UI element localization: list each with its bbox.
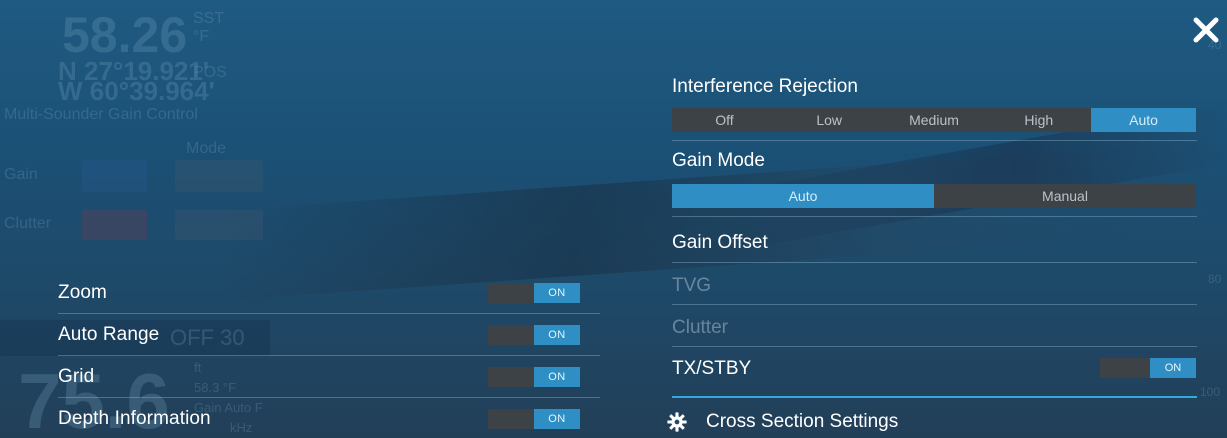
clutter-label: Clutter (4, 215, 52, 232)
auto-range-toggle[interactable]: ON (488, 324, 580, 345)
gain-mode-box (175, 160, 263, 192)
divider (672, 346, 1197, 347)
interference-option-auto[interactable]: Auto (1091, 108, 1196, 132)
zoom-toggle-state: ON (534, 282, 580, 303)
depth-information-label: Depth Information (58, 408, 211, 429)
divider-active (672, 396, 1197, 398)
gain-control-title: Multi-Sounder Gain Control (4, 106, 198, 123)
zoom-toggle[interactable]: ON (488, 282, 580, 303)
position-lon: W 60°39.964' (58, 76, 215, 106)
sst-label: SST (193, 10, 225, 27)
gain-mode-title: Gain Mode (672, 150, 765, 171)
tx-stby-toggle[interactable]: ON (1100, 358, 1196, 378)
depth-information-row: Depth Information ON (58, 398, 600, 438)
left-settings-panel: Zoom ON Auto Range ON Grid ON Depth Info… (0, 272, 600, 438)
zoom-label: Zoom (58, 281, 107, 303)
depth-information-toggle-state: ON (534, 409, 580, 429)
cross-section-settings-button[interactable]: Cross Section Settings (666, 406, 1186, 438)
auto-range-toggle-state: ON (534, 324, 580, 345)
gain-offset-item[interactable]: Gain Offset (672, 232, 768, 254)
gain-box (82, 160, 147, 192)
tvg-item: TVG (672, 275, 712, 296)
scale-80: 80 (1208, 272, 1222, 286)
clutter-box (82, 210, 147, 240)
divider (672, 216, 1197, 217)
clutter-mode-box (175, 210, 263, 240)
cross-section-settings-label: Cross Section Settings (706, 411, 899, 432)
tx-stby-label: TX/STBY (672, 358, 752, 379)
gain-mode-option-manual[interactable]: Manual (934, 184, 1196, 208)
clutter-item: Clutter (672, 317, 728, 338)
close-icon (1193, 17, 1219, 43)
divider (672, 304, 1197, 305)
depth-information-toggle[interactable]: ON (488, 409, 580, 429)
divider (672, 262, 1197, 263)
grid-toggle[interactable]: ON (488, 366, 580, 387)
auto-range-row: Auto Range ON (58, 314, 600, 356)
interference-option-medium[interactable]: Medium (882, 108, 987, 132)
grid-label: Grid (58, 365, 95, 387)
interference-option-low[interactable]: Low (777, 108, 882, 132)
interference-option-off[interactable]: Off (672, 108, 777, 132)
grid-toggle-state: ON (534, 366, 580, 387)
gain-mode-selector: Auto Manual (672, 184, 1196, 208)
tx-stby-toggle-state: ON (1150, 358, 1196, 378)
interference-rejection-selector: Off Low Medium High Auto (672, 108, 1196, 132)
grid-row: Grid ON (58, 356, 600, 398)
interference-option-high[interactable]: High (986, 108, 1091, 132)
close-button[interactable] (1190, 14, 1222, 46)
divider (672, 140, 1197, 141)
scale-100: 100 (1200, 385, 1221, 399)
mode-label: Mode (186, 140, 227, 157)
interference-rejection-title: Interference Rejection (672, 76, 858, 97)
pos-label: POS (193, 64, 227, 81)
gain-label: Gain (4, 166, 38, 183)
sst-unit: °F (193, 28, 210, 45)
zoom-row: Zoom ON (58, 272, 600, 314)
auto-range-label: Auto Range (58, 323, 160, 345)
gain-mode-option-auto[interactable]: Auto (672, 184, 934, 208)
gear-icon (667, 412, 687, 432)
